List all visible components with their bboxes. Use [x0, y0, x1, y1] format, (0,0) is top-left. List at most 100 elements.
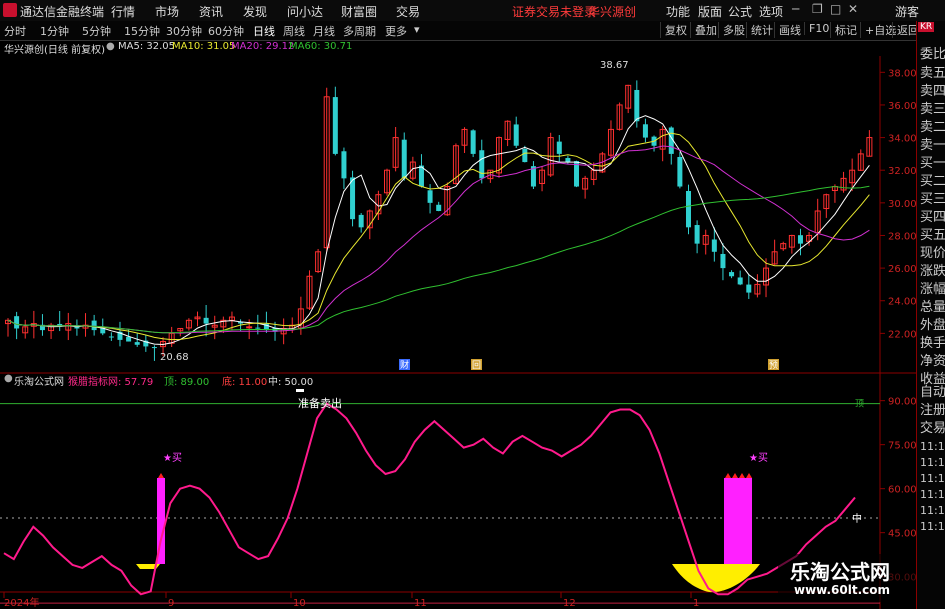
x-tick-label: 10 — [293, 598, 306, 609]
stats-button[interactable]: 统计 — [746, 22, 773, 38]
app-logo-icon — [3, 3, 17, 17]
indicator-legend: ● 乐淘公式网 猴腊指标网: 57.79 顶: 89.00 底: 11.00 中… — [0, 373, 915, 388]
y-tick-label: 34.00 — [888, 134, 916, 145]
adjust-button[interactable]: 复权 — [660, 22, 687, 38]
panel-label: 买一 — [920, 156, 945, 171]
tab-1min[interactable]: 1分钟 — [40, 23, 69, 39]
mid-tag: 中 — [852, 512, 862, 525]
menu-item-formula[interactable]: 公式 — [728, 3, 752, 20]
register-label[interactable]: 注册 — [920, 403, 945, 419]
tab-daily[interactable]: 日线 — [253, 23, 275, 39]
candle-down — [91, 320, 97, 331]
stock-label: 华兴源创(日线 前复权) — [4, 45, 105, 56]
tab-5min[interactable]: 5分钟 — [82, 23, 111, 39]
app-title: 通达信金融终端 — [20, 5, 105, 19]
y-tick-label: 32.00 — [888, 166, 916, 177]
menu-item-discover[interactable]: 发现 — [243, 3, 267, 20]
candle-down — [350, 177, 356, 220]
panel-label: 外盘 — [920, 318, 945, 333]
top-tag: 顶 — [855, 399, 864, 410]
add-favorite-button[interactable]: +自选 — [860, 22, 896, 38]
login-warning[interactable]: 证券交易未登录 — [512, 3, 596, 20]
candle-down — [427, 190, 433, 203]
candle-down — [358, 214, 364, 228]
event-marker-label: 回 — [472, 360, 481, 371]
close-icon[interactable]: ✕ — [848, 2, 858, 16]
candle-down — [634, 89, 640, 122]
indicator-bottom: 底: 11.00 — [222, 377, 268, 388]
candle-down — [556, 141, 562, 154]
tab-60min[interactable]: 60分钟 — [208, 23, 244, 39]
candle-down — [151, 347, 157, 349]
buy-arrow-icon — [725, 473, 731, 478]
event-marker-label: 预 — [769, 360, 778, 371]
tab-30min[interactable]: 30分钟 — [166, 23, 202, 39]
sell-marker — [296, 389, 304, 392]
y-tick-label: 22.00 — [888, 329, 916, 340]
candle-down — [685, 190, 691, 228]
visitor-label[interactable]: 游客 — [895, 3, 919, 20]
candle-down — [479, 150, 485, 179]
settings-dot-icon[interactable]: ● — [106, 41, 115, 52]
tab-more[interactable]: 更多 — [385, 23, 407, 39]
panel-label: 净资 — [920, 354, 945, 369]
candle-down — [797, 235, 803, 244]
price-chart[interactable]: 38.00 36.00 34.00 32.00 30.00 28.00 26.00 24.00… — [0, 56, 916, 609]
buy-arrow-icon — [732, 473, 738, 478]
y-tick-label: 60.00 — [888, 485, 916, 496]
candle-down — [341, 151, 347, 179]
watermark-name: 乐淘公式网 — [790, 560, 890, 584]
panel-label: 总量 — [920, 300, 945, 315]
f10-button[interactable]: F10 — [804, 22, 829, 35]
tab-15min[interactable]: 15分钟 — [124, 23, 160, 39]
tab-multi-period[interactable]: 多周期 — [343, 23, 376, 39]
ma60-value: MA60: 30.71 — [289, 41, 353, 52]
menu-item-wealth[interactable]: 财富圈 — [341, 3, 377, 20]
candle-up — [246, 326, 253, 329]
watermark: 乐淘公式网 www.60lt.com — [778, 554, 916, 602]
minimize-icon[interactable]: ─ — [792, 2, 799, 16]
tab-timeshare[interactable]: 分时 — [4, 23, 26, 39]
watermark-url: www.60lt.com — [794, 583, 891, 597]
back-button[interactable]: 返回 — [892, 22, 919, 38]
menu-item-quotes[interactable]: 行情 — [111, 3, 135, 20]
candle-down — [746, 284, 752, 293]
candle-down — [711, 239, 717, 252]
y-tick-label: 75.00 — [888, 441, 916, 452]
ma20-value: MA20: 29.12 — [231, 41, 295, 52]
buy-arrow-icon — [746, 473, 752, 478]
tab-monthly[interactable]: 月线 — [313, 23, 335, 39]
trade-label[interactable]: 交易 — [920, 421, 945, 437]
ma10-line — [7, 132, 870, 341]
panel-label: 换手 — [920, 336, 945, 351]
draw-button[interactable]: 画线 — [774, 22, 801, 38]
menu-item-options[interactable]: 选项 — [759, 3, 783, 20]
buy-label: ★买 — [749, 452, 768, 464]
candle-down — [642, 124, 648, 138]
menu-item-ask[interactable]: 问小达 — [287, 3, 323, 20]
maximize-icon[interactable]: □ — [830, 2, 841, 16]
x-tick-label: 12 — [563, 598, 576, 609]
candle-down — [255, 327, 261, 329]
menu-item-layout[interactable]: 版面 — [698, 3, 722, 20]
menu-item-market[interactable]: 市场 — [155, 3, 179, 20]
panel-label: 现价 — [920, 246, 945, 261]
multi-stock-button[interactable]: 多股 — [718, 22, 745, 38]
candle-down — [134, 342, 140, 345]
trade-time: 11:13 — [920, 456, 945, 469]
overlay-button[interactable]: 叠加 — [690, 22, 717, 38]
trade-time: 11:14 — [920, 472, 945, 485]
auto-trade-label[interactable]: 自动 — [920, 385, 945, 401]
menu-stock-name: 华兴源创 — [588, 5, 637, 19]
restore-icon[interactable]: ❐ — [812, 2, 823, 16]
mark-button[interactable]: 标记 — [830, 22, 857, 38]
candle-down — [522, 148, 528, 163]
indicator-name: 乐淘公式网 — [14, 377, 64, 388]
chevron-down-icon[interactable]: ▾ — [414, 23, 420, 36]
candle-down — [737, 277, 743, 285]
menu-item-function[interactable]: 功能 — [666, 3, 690, 20]
menu-item-trade[interactable]: 交易 — [396, 3, 420, 20]
menu-item-news[interactable]: 资讯 — [199, 3, 223, 20]
kr-badge: KR — [918, 22, 935, 32]
tab-weekly[interactable]: 周线 — [283, 23, 305, 39]
